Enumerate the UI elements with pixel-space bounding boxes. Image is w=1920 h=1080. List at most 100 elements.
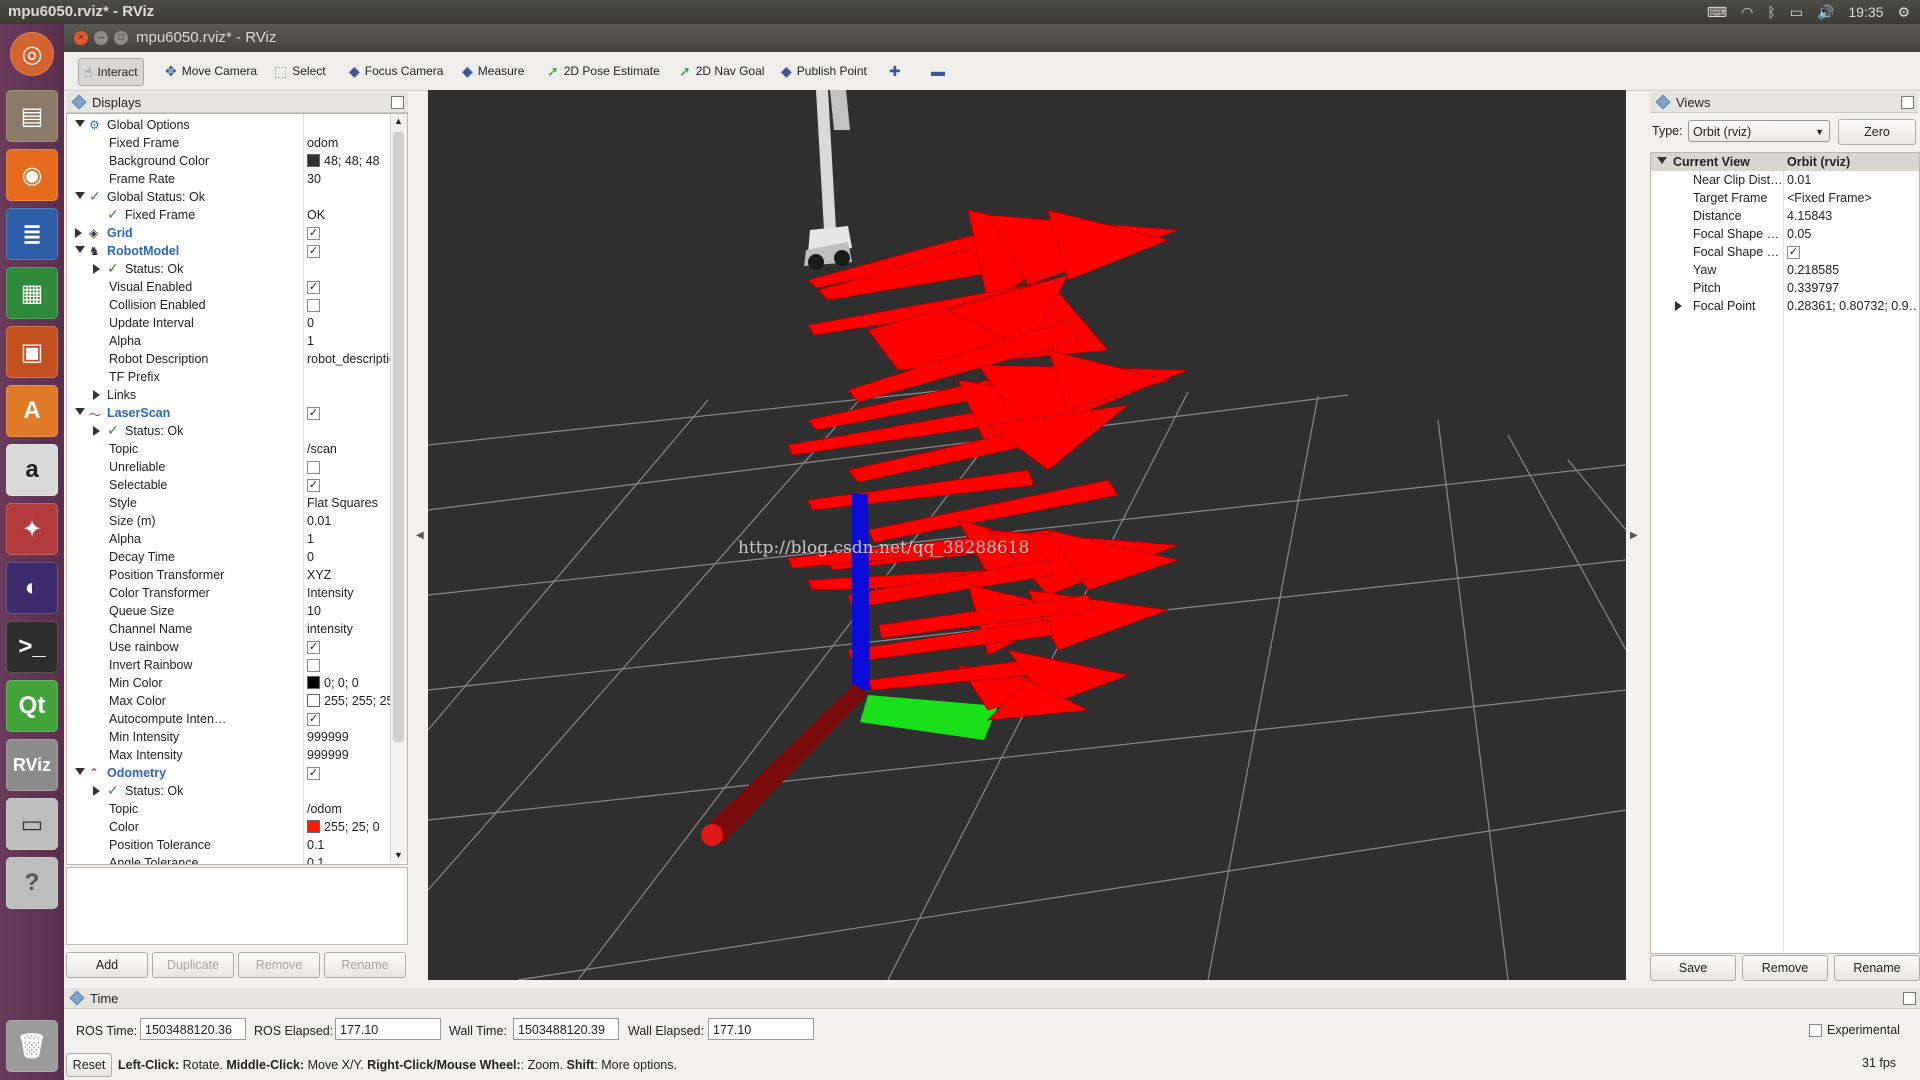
remove-view-button[interactable]: Remove — [1742, 955, 1828, 981]
checkbox-checked[interactable]: ✓ — [307, 713, 320, 726]
maximize-window-button[interactable]: □ — [114, 31, 128, 45]
display-row[interactable]: ♞ RobotModel ✓ — [67, 242, 397, 260]
checkbox-checked[interactable]: ✓ — [1787, 246, 1800, 259]
display-row[interactable]: Angle Tolerance 0.1 — [67, 854, 397, 864]
settings-icon[interactable]: ⚙ — [1897, 4, 1910, 21]
eclipse-icon[interactable]: ◐ — [6, 562, 58, 614]
color-swatch[interactable] — [307, 820, 320, 833]
view-property-row[interactable]: Near Clip Dist… 0.01 — [1651, 171, 1919, 189]
checkbox-checked[interactable]: ✓ — [307, 479, 320, 492]
checkbox-checked[interactable]: ✓ — [307, 281, 320, 294]
reset-button[interactable]: Reset — [66, 1053, 112, 1077]
wall-elapsed-field[interactable]: 177.10 — [708, 1018, 814, 1040]
minimize-window-button[interactable]: – — [94, 31, 108, 45]
view-property-value[interactable]: <Fixed Frame> — [1787, 191, 1917, 205]
zero-view-button[interactable]: Zero — [1838, 119, 1916, 145]
tool-publish-point[interactable]: ◆ Publish Point — [776, 58, 872, 84]
display-row[interactable]: Channel Name intensity — [67, 620, 397, 638]
display-row[interactable]: Decay Time 0 — [67, 548, 397, 566]
tool-interact[interactable]: ☝ Interact — [78, 58, 144, 86]
render-3d-view[interactable]: http://blog.csdn.net/qq_38288618 — [428, 90, 1626, 980]
display-row[interactable]: Position Transformer XYZ — [67, 566, 397, 584]
display-row[interactable]: Size (m) 0.01 — [67, 512, 397, 530]
display-row[interactable]: ✓ Status: Ok — [67, 260, 397, 278]
files-icon[interactable]: ▤ — [6, 90, 58, 142]
display-row[interactable]: Links — [67, 386, 397, 404]
rviz-icon[interactable]: RViz — [6, 739, 58, 791]
display-row[interactable]: Selectable ✓ — [67, 476, 397, 494]
checkbox-checked[interactable]: ✓ — [307, 767, 320, 780]
display-row[interactable]: ✓ Status: Ok — [67, 782, 397, 800]
firefox-icon[interactable]: ◉ — [6, 149, 58, 201]
remove-display-button[interactable]: Remove — [238, 952, 320, 978]
scroll-thumb[interactable] — [393, 132, 404, 742]
writer-icon[interactable]: ≣ — [6, 208, 58, 260]
display-row[interactable]: Collision Enabled — [67, 296, 397, 314]
ros-elapsed-field[interactable]: 177.10 — [335, 1018, 441, 1040]
views-tree[interactable]: Current View Orbit (rviz) Near Clip Dist… 0… — [1650, 152, 1920, 954]
amazon-icon[interactable]: a — [6, 444, 58, 496]
view-property-value[interactable]: 0.05 — [1787, 227, 1917, 241]
view-property-value[interactable]: 0.339797 — [1787, 281, 1917, 295]
display-row[interactable]: Autocompute Inten… ✓ — [67, 710, 397, 728]
view-property-row[interactable]: Pitch 0.339797 — [1651, 279, 1919, 297]
view-property-value[interactable]: 0.28361; 0.80732; 0.9… — [1787, 299, 1917, 313]
expand-open-icon[interactable] — [75, 768, 85, 775]
experimental-checkbox[interactable] — [1809, 1024, 1822, 1037]
expand-open-icon[interactable] — [75, 192, 85, 199]
display-row[interactable]: Alpha 1 — [67, 332, 397, 350]
checkbox-checked[interactable]: ✓ — [307, 641, 320, 654]
printer-icon[interactable]: ▭ — [6, 798, 58, 850]
color-swatch[interactable] — [307, 676, 320, 689]
scroll-down-icon[interactable]: ▼ — [394, 850, 403, 860]
display-row[interactable]: Min Intensity 999999 — [67, 728, 397, 746]
volume-icon[interactable]: 🔊 — [1817, 4, 1834, 21]
help-icon[interactable]: ? — [6, 857, 58, 909]
color-swatch[interactable] — [307, 154, 320, 167]
display-row[interactable]: Color Transformer Intensity — [67, 584, 397, 602]
checkbox-checked[interactable]: ✓ — [307, 227, 320, 240]
display-row[interactable]: ⌃ Odometry ✓ — [67, 764, 397, 782]
display-row[interactable]: 〜 LaserScan ✓ — [67, 404, 397, 422]
software-center-icon[interactable]: A — [6, 385, 58, 437]
view-property-value[interactable]: 0.01 — [1787, 173, 1917, 187]
checkbox-unchecked[interactable] — [307, 299, 320, 312]
tool-2d-nav-goal[interactable]: ➚ 2D Nav Goal — [674, 58, 769, 84]
checkbox-checked[interactable]: ✓ — [307, 245, 320, 258]
expand-open-icon[interactable] — [75, 246, 85, 253]
checkbox-unchecked[interactable] — [307, 659, 320, 672]
display-row[interactable]: Unreliable — [67, 458, 397, 476]
display-row[interactable]: Max Color 255; 255; 255 — [67, 692, 400, 710]
color-swatch[interactable] — [307, 694, 320, 707]
calc-icon[interactable]: ▦ — [6, 267, 58, 319]
close-panel-button[interactable] — [391, 96, 404, 109]
expand-closed-icon[interactable] — [93, 390, 100, 400]
expand-open-icon[interactable] — [75, 120, 85, 127]
expand-closed-icon[interactable] — [1675, 301, 1682, 311]
view-property-row[interactable]: Focal Shape … ✓ — [1651, 243, 1919, 261]
keyboard-icon[interactable]: ⌨ — [1707, 4, 1727, 21]
display-row[interactable]: Background Color 48; 48; 48 — [67, 152, 397, 170]
wifi-icon[interactable]: ◠ — [1741, 4, 1753, 21]
display-row[interactable]: Robot Description robot_description — [67, 350, 403, 368]
view-type-select[interactable]: Orbit (rviz) ▼ — [1688, 120, 1830, 142]
scroll-up-icon[interactable]: ▲ — [394, 116, 403, 126]
tool-2d-pose-estimate[interactable]: ➚ 2D Pose Estimate — [542, 58, 665, 84]
display-row[interactable]: Fixed Frame odom — [67, 134, 397, 152]
checkbox-checked[interactable]: ✓ — [307, 407, 320, 420]
wall-time-field[interactable]: 1503488120.39 — [513, 1018, 619, 1040]
display-row[interactable]: Position Tolerance 0.1 — [67, 836, 397, 854]
trash-icon[interactable]: 🗑 — [6, 1020, 58, 1072]
expand-closed-icon[interactable] — [93, 264, 100, 274]
display-row[interactable]: Topic/odom — [67, 800, 397, 818]
displays-tree[interactable]: ⚙ Global Options Fixed Frame odom Background… — [66, 113, 408, 865]
display-row[interactable]: Invert Rainbow — [67, 656, 397, 674]
battery-icon[interactable]: ▭ — [1790, 4, 1803, 21]
rename-display-button[interactable]: Rename — [324, 952, 406, 978]
terminal-icon[interactable]: >_ — [6, 621, 58, 673]
expand-open-icon[interactable] — [1657, 157, 1667, 164]
tool-measure[interactable]: ◆ Measure — [457, 58, 529, 84]
display-row[interactable]: ✓ Fixed Frame OK — [67, 206, 397, 224]
view-property-value[interactable]: 0.218585 — [1787, 263, 1917, 277]
tool-select[interactable]: ⬚ Select — [269, 58, 331, 84]
